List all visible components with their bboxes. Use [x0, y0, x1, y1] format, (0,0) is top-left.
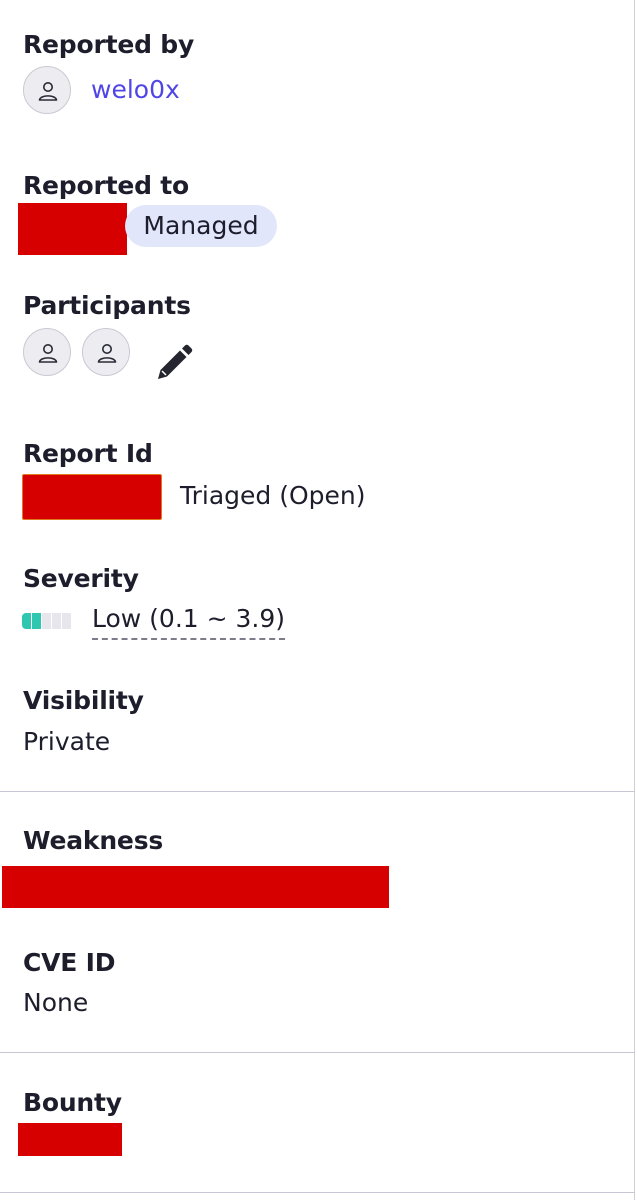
cve-id-value: None [23, 988, 89, 1017]
participants-label: Participants [23, 291, 191, 320]
section-divider [0, 1052, 635, 1053]
redacted-bounty-amount [18, 1123, 122, 1156]
severity-meter [22, 613, 74, 629]
redacted-weakness [2, 866, 389, 908]
reporter-avatar[interactable] [23, 66, 71, 114]
redacted-program-name [18, 203, 127, 255]
reported-by-label: Reported by [23, 30, 195, 59]
severity-meter-segment [22, 613, 31, 629]
weakness-label: Weakness [23, 826, 164, 855]
section-divider [0, 791, 635, 792]
visibility-value: Private [23, 727, 111, 756]
section-divider [0, 1192, 635, 1193]
managed-badge: Managed [125, 205, 277, 247]
edit-participants-pencil-icon[interactable] [154, 343, 194, 381]
reporter-username-link[interactable]: welo0x [91, 75, 180, 105]
participant-avatar[interactable] [23, 328, 71, 376]
cve-id-label: CVE ID [23, 948, 116, 977]
user-icon [38, 82, 58, 101]
severity-meter-segment [32, 613, 41, 629]
report-id-label: Report Id [23, 439, 153, 468]
user-icon [38, 344, 58, 363]
severity-value-tooltip-trigger[interactable]: Low (0.1 ~ 3.9) [92, 604, 286, 640]
report-status: Triaged (Open) [180, 481, 366, 510]
redacted-report-id [22, 474, 162, 520]
severity-label: Severity [23, 564, 139, 593]
panel-right-border [634, 0, 635, 1200]
severity-meter-segment [42, 613, 51, 629]
visibility-label: Visibility [23, 686, 144, 715]
participant-avatar[interactable] [82, 328, 130, 376]
reported-to-label: Reported to [23, 171, 190, 200]
user-icon [97, 344, 117, 363]
severity-meter-segment [62, 613, 71, 629]
severity-meter-segment [52, 613, 61, 629]
bounty-label: Bounty [23, 1088, 122, 1117]
